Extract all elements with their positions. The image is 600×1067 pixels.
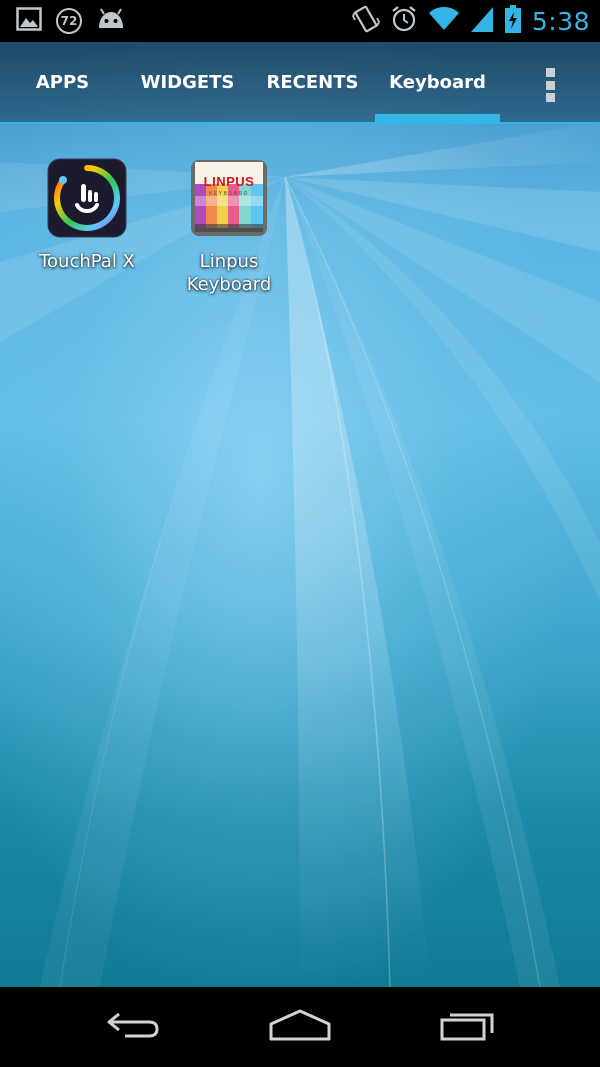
tab-label: WIDGETS bbox=[140, 71, 235, 93]
linpus-keyboard-icon: LINPUS KEYBOARD bbox=[189, 158, 269, 238]
app-drawer-tab-bar: APPS WIDGETS RECENTS Keyboard bbox=[0, 42, 600, 124]
app-touchpal-x[interactable]: TouchPal X bbox=[22, 158, 152, 273]
home-button[interactable] bbox=[250, 1001, 350, 1053]
touchpal-x-icon bbox=[47, 158, 127, 238]
alarm-icon bbox=[390, 5, 418, 37]
status-bar: 72 5:38 bbox=[0, 0, 600, 42]
tab-recents[interactable]: RECENTS bbox=[250, 42, 375, 122]
tab-label: Keyboard bbox=[389, 71, 486, 93]
vibrate-icon bbox=[351, 4, 380, 38]
recent-apps-button[interactable] bbox=[418, 1001, 518, 1053]
notification-count-badge: 72 bbox=[56, 8, 82, 34]
back-button[interactable] bbox=[83, 1001, 183, 1053]
battery-charging-icon bbox=[504, 4, 522, 38]
linpus-logo-subtext: KEYBOARD bbox=[209, 191, 249, 197]
tab-keyboard[interactable]: Keyboard bbox=[375, 42, 500, 122]
gallery-icon bbox=[16, 7, 42, 35]
recent-apps-icon bbox=[438, 1008, 498, 1046]
overflow-menu-icon[interactable] bbox=[544, 68, 556, 102]
wifi-icon bbox=[428, 6, 460, 36]
tab-label: APPS bbox=[35, 71, 90, 93]
navigation-bar bbox=[0, 987, 600, 1067]
status-time: 5:38 bbox=[531, 6, 590, 36]
home-icon bbox=[268, 1008, 332, 1046]
back-icon bbox=[103, 1008, 163, 1046]
signal-icon bbox=[470, 5, 494, 37]
android-icon bbox=[96, 8, 126, 34]
tab-label: RECENTS bbox=[266, 71, 359, 93]
app-label: TouchPal X bbox=[39, 251, 135, 272]
tab-apps[interactable]: APPS bbox=[0, 42, 125, 122]
app-linpus-keyboard[interactable]: LINPUS KEYBOARD Linpus Keyboard bbox=[164, 158, 294, 296]
tab-widgets[interactable]: WIDGETS bbox=[125, 42, 250, 122]
linpus-logo-text: LINPUS bbox=[203, 174, 255, 189]
app-label: Linpus Keyboard bbox=[186, 251, 272, 295]
